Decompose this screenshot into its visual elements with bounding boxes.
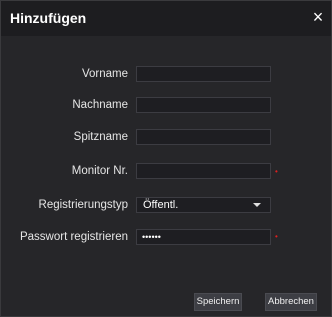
spitzname-label: Spitzname xyxy=(73,131,128,143)
vorname-input[interactable] xyxy=(137,70,270,84)
cancel-button[interactable]: Abbrechen xyxy=(265,293,317,311)
spitzname-input[interactable] xyxy=(137,133,270,147)
required-marker: • xyxy=(275,167,278,176)
nachname-input[interactable] xyxy=(137,101,270,115)
vorname-field[interactable] xyxy=(136,66,271,84)
required-marker-password: • xyxy=(275,232,278,241)
dialog-title: Hinzufügen xyxy=(10,10,87,26)
passwort-field[interactable]: •••••• xyxy=(136,229,271,245)
registrierungstyp-select[interactable]: Öffentl. xyxy=(136,197,271,213)
monitor-nr-input[interactable] xyxy=(137,167,270,181)
dialog-titlebar: Hinzufügen × xyxy=(1,1,331,36)
registrierungstyp-label: Registrierungstyp xyxy=(38,199,128,211)
passwort-label: Passwort registrieren xyxy=(19,231,128,243)
save-button[interactable]: Speichern xyxy=(194,293,242,311)
add-dialog: Hinzufügen × Vorname Nachname Spitzname … xyxy=(0,0,332,317)
chevron-down-icon[interactable] xyxy=(253,203,261,207)
passwort-input[interactable]: •••••• xyxy=(137,230,270,244)
nachname-label: Nachname xyxy=(72,99,128,111)
monitor-nr-label: Monitor Nr. xyxy=(71,165,128,177)
nachname-field[interactable] xyxy=(136,97,271,115)
monitor-nr-field[interactable] xyxy=(136,163,271,181)
spitzname-field[interactable] xyxy=(136,129,271,147)
vorname-label: Vorname xyxy=(81,68,128,80)
close-icon[interactable]: × xyxy=(309,7,327,27)
registrierungstyp-value: Öffentl. xyxy=(143,199,179,211)
